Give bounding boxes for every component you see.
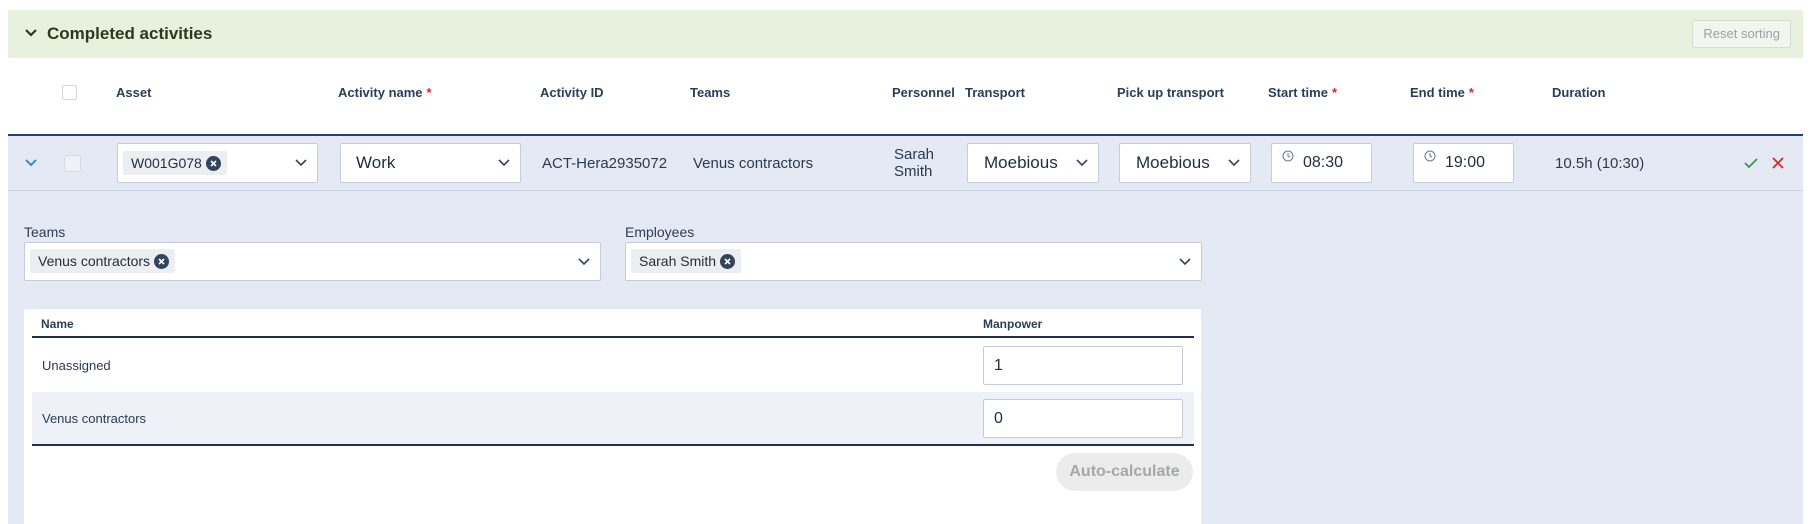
- duration-value: 10.5h (10:30): [1555, 155, 1645, 172]
- end-time-input[interactable]: 19:00: [1413, 143, 1514, 183]
- collapse-row-icon[interactable]: [24, 156, 38, 170]
- column-duration[interactable]: Duration: [1552, 85, 1605, 100]
- remove-chip-icon[interactable]: [205, 155, 221, 171]
- column-pickup-transport[interactable]: Pick up transport: [1117, 85, 1224, 100]
- auto-calculate-button[interactable]: Auto-calculate: [1056, 453, 1193, 491]
- column-start-time[interactable]: Start time *: [1268, 85, 1337, 100]
- chevron-down-icon: [1228, 159, 1240, 167]
- column-teams[interactable]: Teams: [690, 85, 730, 100]
- transport-select[interactable]: Moebious: [967, 143, 1099, 183]
- column-personnel[interactable]: Personnel: [892, 85, 955, 100]
- end-time-value: 19:00: [1445, 154, 1486, 171]
- activity-name-select[interactable]: Work: [340, 143, 521, 183]
- activity-id-value: ACT-Hera2935072: [542, 155, 668, 172]
- employee-chip: Sarah Smith: [631, 249, 742, 273]
- teams-value: Venus contractors: [693, 155, 814, 172]
- manpower-footer-divider: [32, 444, 1194, 446]
- table-row-name: Unassigned: [42, 358, 111, 373]
- row-divider: [8, 190, 1803, 191]
- manpower-header-manpower: Manpower: [983, 317, 1043, 331]
- manpower-input[interactable]: 0: [983, 399, 1183, 438]
- chevron-down-icon: [295, 159, 307, 167]
- manpower-header-name: Name: [41, 317, 74, 331]
- start-time-value: 08:30: [1303, 154, 1344, 171]
- transport-value: Moebious: [984, 153, 1058, 172]
- chevron-down-icon[interactable]: [24, 26, 38, 40]
- asset-select[interactable]: W001G078: [117, 143, 318, 183]
- cancel-close-icon[interactable]: [1770, 155, 1786, 171]
- employees-label: Employees: [625, 224, 695, 240]
- asset-chip: W001G078: [123, 151, 227, 175]
- manpower-header-divider: [32, 336, 1194, 338]
- column-activity-id[interactable]: Activity ID: [540, 85, 604, 100]
- pickup-transport-select[interactable]: Moebious: [1119, 143, 1251, 183]
- row-select-checkbox[interactable]: [64, 155, 81, 172]
- clock-icon: [1282, 150, 1294, 162]
- column-activity-name[interactable]: Activity name *: [338, 85, 432, 100]
- asset-chip-label: W001G078: [131, 155, 202, 171]
- chevron-down-icon: [1179, 257, 1191, 265]
- teams-select[interactable]: Venus contractors: [24, 242, 601, 281]
- teams-label: Teams: [24, 224, 66, 240]
- chevron-down-icon: [498, 159, 510, 167]
- panel-title: Completed activities: [47, 24, 213, 43]
- confirm-check-icon[interactable]: [1743, 155, 1759, 171]
- column-transport[interactable]: Transport: [965, 85, 1025, 100]
- remove-chip-icon[interactable]: [154, 253, 170, 269]
- employees-select[interactable]: Sarah Smith: [625, 242, 1202, 281]
- employee-chip-label: Sarah Smith: [639, 253, 717, 269]
- clock-icon: [1424, 150, 1436, 162]
- table-row-name: Venus contractors: [42, 411, 147, 426]
- manpower-input[interactable]: 1: [983, 346, 1183, 385]
- reset-sorting-button[interactable]: Reset sorting: [1692, 20, 1791, 48]
- chevron-down-icon: [1076, 159, 1088, 167]
- start-time-input[interactable]: 08:30: [1271, 143, 1372, 183]
- remove-chip-icon[interactable]: [720, 253, 736, 269]
- completed-activities-header[interactable]: Completed activities Reset sorting: [8, 10, 1803, 58]
- pickup-transport-value: Moebious: [1136, 153, 1210, 172]
- chevron-down-icon: [578, 257, 590, 265]
- column-end-time[interactable]: End time *: [1410, 85, 1474, 100]
- column-asset[interactable]: Asset: [116, 85, 151, 100]
- team-chip: Venus contractors: [30, 249, 176, 273]
- personnel-value: Sarah Smith: [894, 146, 935, 180]
- activity-name-value: Work: [356, 153, 396, 172]
- select-all-checkbox[interactable]: [62, 85, 77, 100]
- team-chip-label: Venus contractors: [38, 253, 151, 269]
